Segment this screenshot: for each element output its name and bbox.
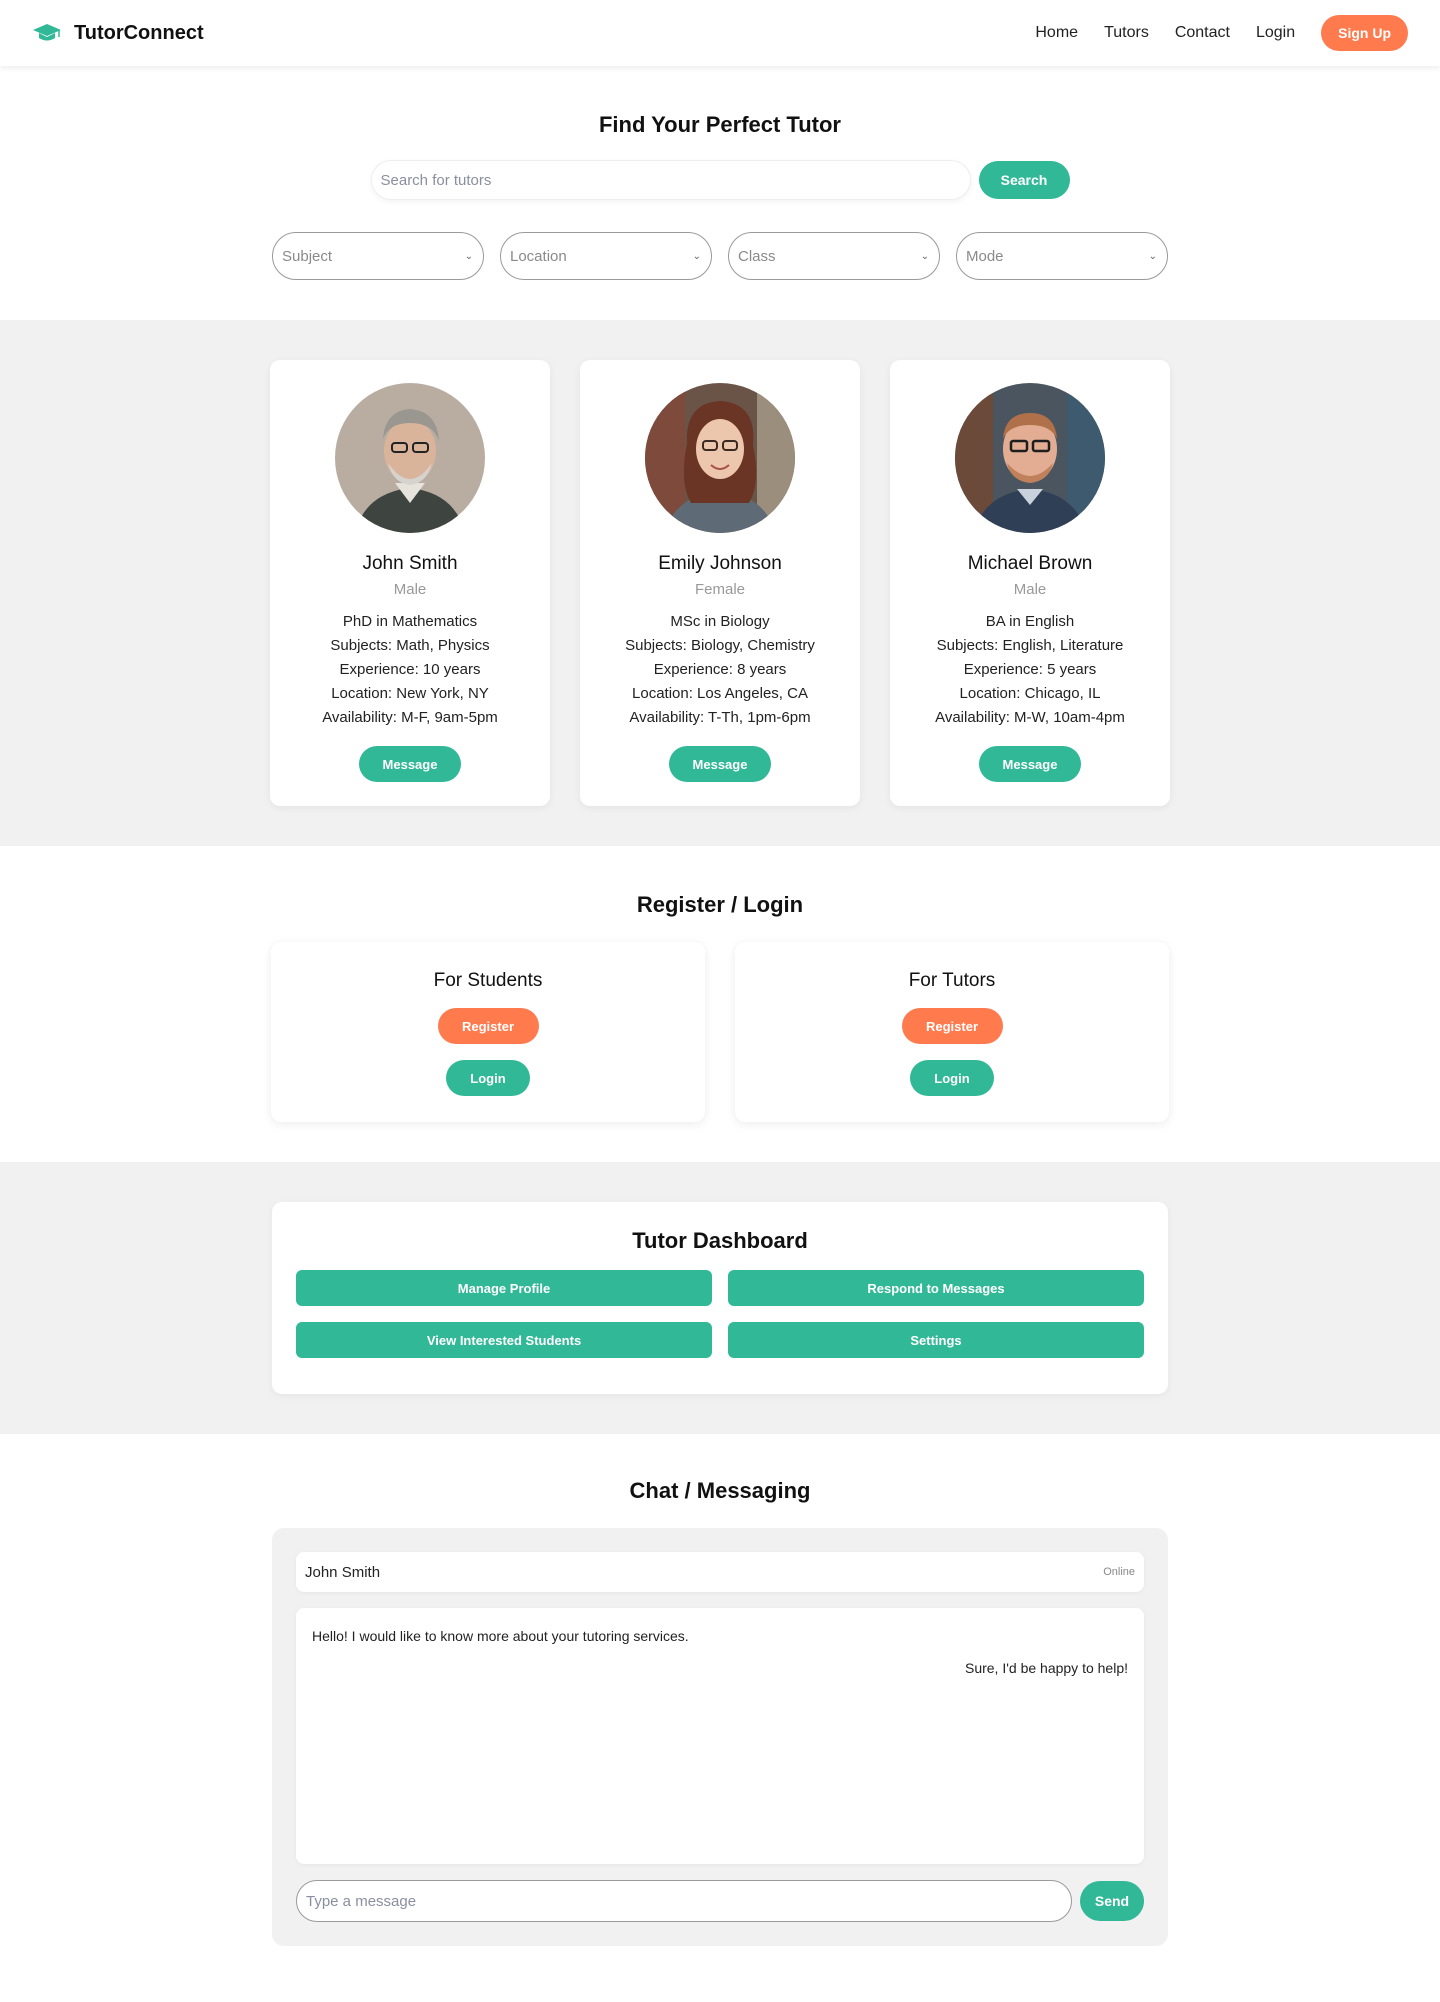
tutor-details: PhD in Mathematics Subjects: Math, Physi… xyxy=(270,610,550,730)
tutor-details: MSc in Biology Subjects: Biology, Chemis… xyxy=(580,610,860,730)
chevron-down-icon: ⌄ xyxy=(692,250,701,262)
tutor-name: John Smith xyxy=(362,553,458,574)
chat-contact-name: John Smith xyxy=(305,1563,381,1581)
filter-subject[interactable]: Subject ⌄ xyxy=(272,232,484,280)
search-input[interactable] xyxy=(370,160,971,200)
manage-profile-button[interactable]: Manage Profile xyxy=(296,1270,712,1306)
filter-mode[interactable]: Mode ⌄ xyxy=(956,232,1168,280)
brand-name: TutorConnect xyxy=(74,21,204,44)
chat-title: Chat / Messaging xyxy=(629,1478,811,1503)
brand[interactable]: TutorConnect xyxy=(32,22,204,45)
auth-card-title: For Students xyxy=(433,970,543,991)
chevron-down-icon: ⌄ xyxy=(1148,250,1157,262)
student-register-button[interactable]: Register xyxy=(437,1008,539,1044)
chevron-down-icon: ⌄ xyxy=(920,250,929,262)
nav-tutors[interactable]: Tutors xyxy=(1104,24,1149,42)
nav-contact[interactable]: Contact xyxy=(1175,24,1230,42)
filter-label: Subject xyxy=(282,247,333,265)
tutor-name: Emily Johnson xyxy=(658,553,782,574)
chat-messages[interactable]: Hello! I would like to know more about y… xyxy=(296,1608,1144,1864)
tutor-details: BA in English Subjects: English, Literat… xyxy=(890,610,1170,730)
chevron-down-icon: ⌄ xyxy=(464,250,473,262)
filter-class[interactable]: Class ⌄ xyxy=(728,232,940,280)
signup-button[interactable]: Sign Up xyxy=(1321,15,1408,51)
tutor-login-button[interactable]: Login xyxy=(910,1060,994,1096)
tutor-degree: PhD in Mathematics xyxy=(342,613,478,630)
tutor-avatar xyxy=(335,383,485,533)
tutor-subjects: Subjects: Math, Physics xyxy=(330,637,490,654)
tutor-degree: MSc in Biology xyxy=(670,613,770,630)
tutor-experience: Experience: 10 years xyxy=(339,661,481,678)
tutor-card: John Smith Male PhD in Mathematics Subje… xyxy=(270,360,550,806)
student-auth-card: For Students Register Login xyxy=(271,942,705,1122)
nav-home[interactable]: Home xyxy=(1035,24,1078,42)
tutor-location: Location: Los Angeles, CA xyxy=(632,685,808,702)
search-button[interactable]: Search xyxy=(978,161,1070,199)
tutor-subjects: Subjects: Biology, Chemistry xyxy=(625,637,815,654)
dashboard-card: Tutor Dashboard Manage Profile Respond t… xyxy=(272,1202,1168,1394)
tutor-experience: Experience: 8 years xyxy=(653,661,787,678)
tutor-register-button[interactable]: Register xyxy=(901,1008,1003,1044)
tutor-gender: Female xyxy=(694,581,746,598)
message-button[interactable]: Message xyxy=(359,746,461,782)
nav-login[interactable]: Login xyxy=(1256,24,1295,42)
send-button[interactable]: Send xyxy=(1080,1881,1144,1921)
search-title: Find Your Perfect Tutor xyxy=(598,112,841,137)
tutor-name: Michael Brown xyxy=(967,553,1093,574)
dashboard-section: Tutor Dashboard Manage Profile Respond t… xyxy=(0,1162,1440,1434)
auth-title: Register / Login xyxy=(636,892,804,917)
tutor-list: John Smith Male PhD in Mathematics Subje… xyxy=(0,360,1440,806)
student-login-button[interactable]: Login xyxy=(446,1060,530,1096)
tutor-gender: Male xyxy=(1013,581,1047,598)
tutor-availability: Availability: M-W, 10am-4pm xyxy=(935,709,1125,726)
graduation-cap-icon xyxy=(33,24,61,41)
message-incoming: Hello! I would like to know more about y… xyxy=(312,1628,689,1644)
tutors-section: John Smith Male PhD in Mathematics Subje… xyxy=(0,320,1440,846)
view-students-button[interactable]: View Interested Students xyxy=(296,1322,712,1358)
chat-section: Chat / Messaging John Smith Online Hello… xyxy=(0,1434,1440,2002)
tutor-location: Location: Chicago, IL xyxy=(959,685,1101,702)
settings-button[interactable]: Settings xyxy=(728,1322,1144,1358)
tutor-availability: Availability: T-Th, 1pm-6pm xyxy=(629,709,811,726)
auth-card-title: For Tutors xyxy=(908,970,996,991)
site-header: TutorConnect Home Tutors Contact Login S… xyxy=(0,0,1440,66)
filter-row: Subject ⌄ Location ⌄ Class ⌄ Mode ⌄ xyxy=(0,232,1440,280)
search-section: Find Your Perfect Tutor Search Subject ⌄… xyxy=(0,66,1440,320)
tutor-availability: Availability: M-F, 9am-5pm xyxy=(322,709,498,726)
filter-label: Location xyxy=(510,247,567,265)
filter-label: Class xyxy=(738,247,776,265)
search-row: Search xyxy=(0,160,1440,200)
tutor-location: Location: New York, NY xyxy=(331,685,489,702)
tutor-gender: Male xyxy=(393,581,427,598)
filter-label: Mode xyxy=(966,247,1004,265)
tutor-avatar xyxy=(955,383,1105,533)
tutor-card: Michael Brown Male BA in English Subject… xyxy=(890,360,1170,806)
filter-location[interactable]: Location ⌄ xyxy=(500,232,712,280)
dashboard-title: Tutor Dashboard xyxy=(632,1228,808,1253)
chat-window: John Smith Online Hello! I would like to… xyxy=(272,1528,1168,1946)
message-outgoing: Sure, I'd be happy to help! xyxy=(964,1660,1128,1676)
tutor-degree: BA in English xyxy=(985,613,1075,630)
tutor-experience: Experience: 5 years xyxy=(963,661,1097,678)
tutor-card: Emily Johnson Female MSc in Biology Subj… xyxy=(580,360,860,806)
main-nav: Home Tutors Contact Login Sign Up xyxy=(1035,15,1408,51)
auth-section: Register / Login For Students Register L… xyxy=(0,846,1440,1162)
message-button[interactable]: Message xyxy=(669,746,771,782)
chat-compose: Send xyxy=(296,1880,1144,1922)
chat-header: John Smith Online xyxy=(296,1552,1144,1592)
dashboard-actions: Manage Profile Respond to Messages View … xyxy=(296,1270,1144,1358)
chat-status: Online xyxy=(1103,1566,1135,1578)
tutor-auth-card: For Tutors Register Login xyxy=(735,942,1169,1122)
tutor-avatar xyxy=(645,383,795,533)
auth-cards: For Students Register Login For Tutors R… xyxy=(0,942,1440,1122)
message-button[interactable]: Message xyxy=(979,746,1081,782)
message-input[interactable] xyxy=(296,1880,1072,1922)
respond-messages-button[interactable]: Respond to Messages xyxy=(728,1270,1144,1306)
tutor-subjects: Subjects: English, Literature xyxy=(936,637,1124,654)
